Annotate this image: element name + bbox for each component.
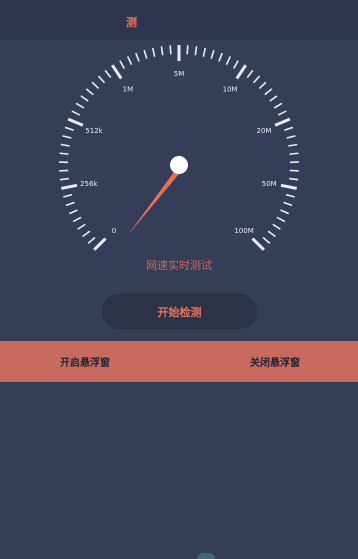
gauge-major-tick bbox=[93, 237, 107, 251]
gauge-minor-tick bbox=[126, 56, 133, 65]
gauge-minor-tick bbox=[91, 81, 100, 90]
gauge-minor-tick bbox=[277, 110, 287, 116]
gauge-minor-tick bbox=[264, 88, 273, 96]
gauge-major-tick bbox=[67, 117, 84, 127]
gauge-minor-tick bbox=[289, 177, 299, 181]
gauge-minor-tick bbox=[284, 126, 294, 131]
gauge-minor-tick bbox=[262, 236, 271, 244]
gauge-minor-tick bbox=[210, 49, 215, 60]
gauge-minor-tick bbox=[143, 49, 148, 60]
speed-gauge: 0 256k 512k 1M 5M 10M 20M 50M 100M bbox=[59, 45, 299, 251]
open-floating-window-label: 开启悬浮窗 bbox=[60, 358, 110, 369]
gauge-minor-tick bbox=[72, 216, 82, 223]
gauge-major-tick bbox=[111, 64, 123, 80]
gauge-minor-tick bbox=[273, 102, 283, 109]
gauge-minor-tick bbox=[272, 223, 281, 230]
gauge-minor-tick bbox=[80, 95, 89, 102]
gauge-scale-label: 512k bbox=[85, 127, 103, 135]
gauge-minor-tick bbox=[151, 47, 156, 57]
gauge-minor-tick bbox=[186, 45, 189, 55]
close-floating-window-label: 关闭悬浮窗 bbox=[250, 358, 300, 369]
gauge-scale-label: 1M bbox=[123, 86, 134, 94]
gauge-minor-tick bbox=[75, 102, 85, 109]
gauge-minor-tick bbox=[82, 230, 91, 238]
gauge-scale-label: 50M bbox=[262, 180, 277, 188]
gauge-minor-tick bbox=[285, 193, 295, 198]
gauge-minor-tick bbox=[60, 143, 70, 147]
gauge-minor-tick bbox=[160, 46, 164, 56]
gauge-minor-tick bbox=[59, 152, 69, 155]
gauge-minor-tick bbox=[77, 223, 86, 230]
gauge-major-tick bbox=[235, 64, 247, 80]
gauge-minor-tick bbox=[288, 143, 298, 147]
gauge-needle bbox=[128, 165, 184, 235]
start-test-label: 开始检测 bbox=[157, 305, 202, 319]
gauge-minor-tick bbox=[119, 60, 125, 69]
gauge-minor-tick bbox=[280, 209, 290, 215]
gauge-minor-tick bbox=[267, 230, 276, 238]
gauge-minor-tick bbox=[87, 236, 96, 244]
gauge-caption: 网速实时测试 bbox=[146, 259, 212, 272]
gauge-scale-labels: 0 256k 512k 1M 5M 10M 20M 50M 100M bbox=[80, 70, 277, 235]
gauge-scale-label: 20M bbox=[257, 127, 272, 135]
gauge-minor-tick bbox=[169, 45, 172, 55]
gauge-minor-tick bbox=[218, 52, 223, 62]
gauge-minor-tick bbox=[269, 95, 278, 102]
gauge-scale-label: 256k bbox=[80, 180, 98, 188]
gauge-major-tick bbox=[280, 183, 297, 190]
gauge-minor-tick bbox=[289, 152, 299, 155]
close-floating-window-button[interactable]: 关闭悬浮窗 bbox=[250, 341, 300, 382]
gauge-minor-tick bbox=[286, 135, 296, 139]
gauge-minor-tick bbox=[68, 209, 78, 215]
gauge-minor-tick bbox=[71, 110, 81, 116]
floating-window-bar: 开启悬浮窗 关闭悬浮窗 bbox=[0, 341, 358, 382]
open-floating-window-button[interactable]: 开启悬浮窗 bbox=[60, 341, 110, 382]
gauge-minor-tick bbox=[194, 46, 198, 56]
gauge-minor-tick bbox=[85, 88, 94, 96]
gauge-minor-tick bbox=[62, 135, 72, 139]
gauge-minor-tick bbox=[252, 75, 261, 84]
gauge-minor-tick bbox=[276, 216, 286, 223]
gauge-minor-tick bbox=[63, 193, 73, 198]
gauge-major-tick bbox=[274, 117, 291, 127]
gauge-minor-tick bbox=[97, 75, 106, 84]
gauge-scale-label: 5M bbox=[174, 70, 185, 78]
gauge-minor-tick bbox=[59, 177, 69, 181]
gauge-minor-tick bbox=[202, 47, 207, 57]
gauge-scale-label: 100M bbox=[234, 227, 253, 235]
gauge-minor-tick bbox=[135, 52, 140, 62]
bottom-edge-indicator bbox=[197, 553, 215, 559]
gauge-major-tick bbox=[61, 183, 78, 190]
gauge-minor-tick bbox=[283, 201, 293, 207]
gauge-scale-label: 0 bbox=[112, 227, 116, 235]
gauge-minor-tick bbox=[104, 69, 112, 78]
gauge-major-tick bbox=[251, 237, 265, 251]
gauge-minor-tick bbox=[233, 60, 239, 69]
gauge-needle-hub bbox=[170, 156, 188, 174]
gauge-minor-tick bbox=[246, 69, 254, 78]
gauge-scale-label: 10M bbox=[223, 86, 238, 94]
start-test-button[interactable]: 开始检测 bbox=[102, 294, 257, 329]
gauge-minor-tick bbox=[258, 81, 267, 90]
gauge-minor-tick bbox=[225, 56, 232, 65]
gauge-minor-tick bbox=[65, 201, 75, 207]
gauge-minor-tick bbox=[64, 126, 74, 131]
